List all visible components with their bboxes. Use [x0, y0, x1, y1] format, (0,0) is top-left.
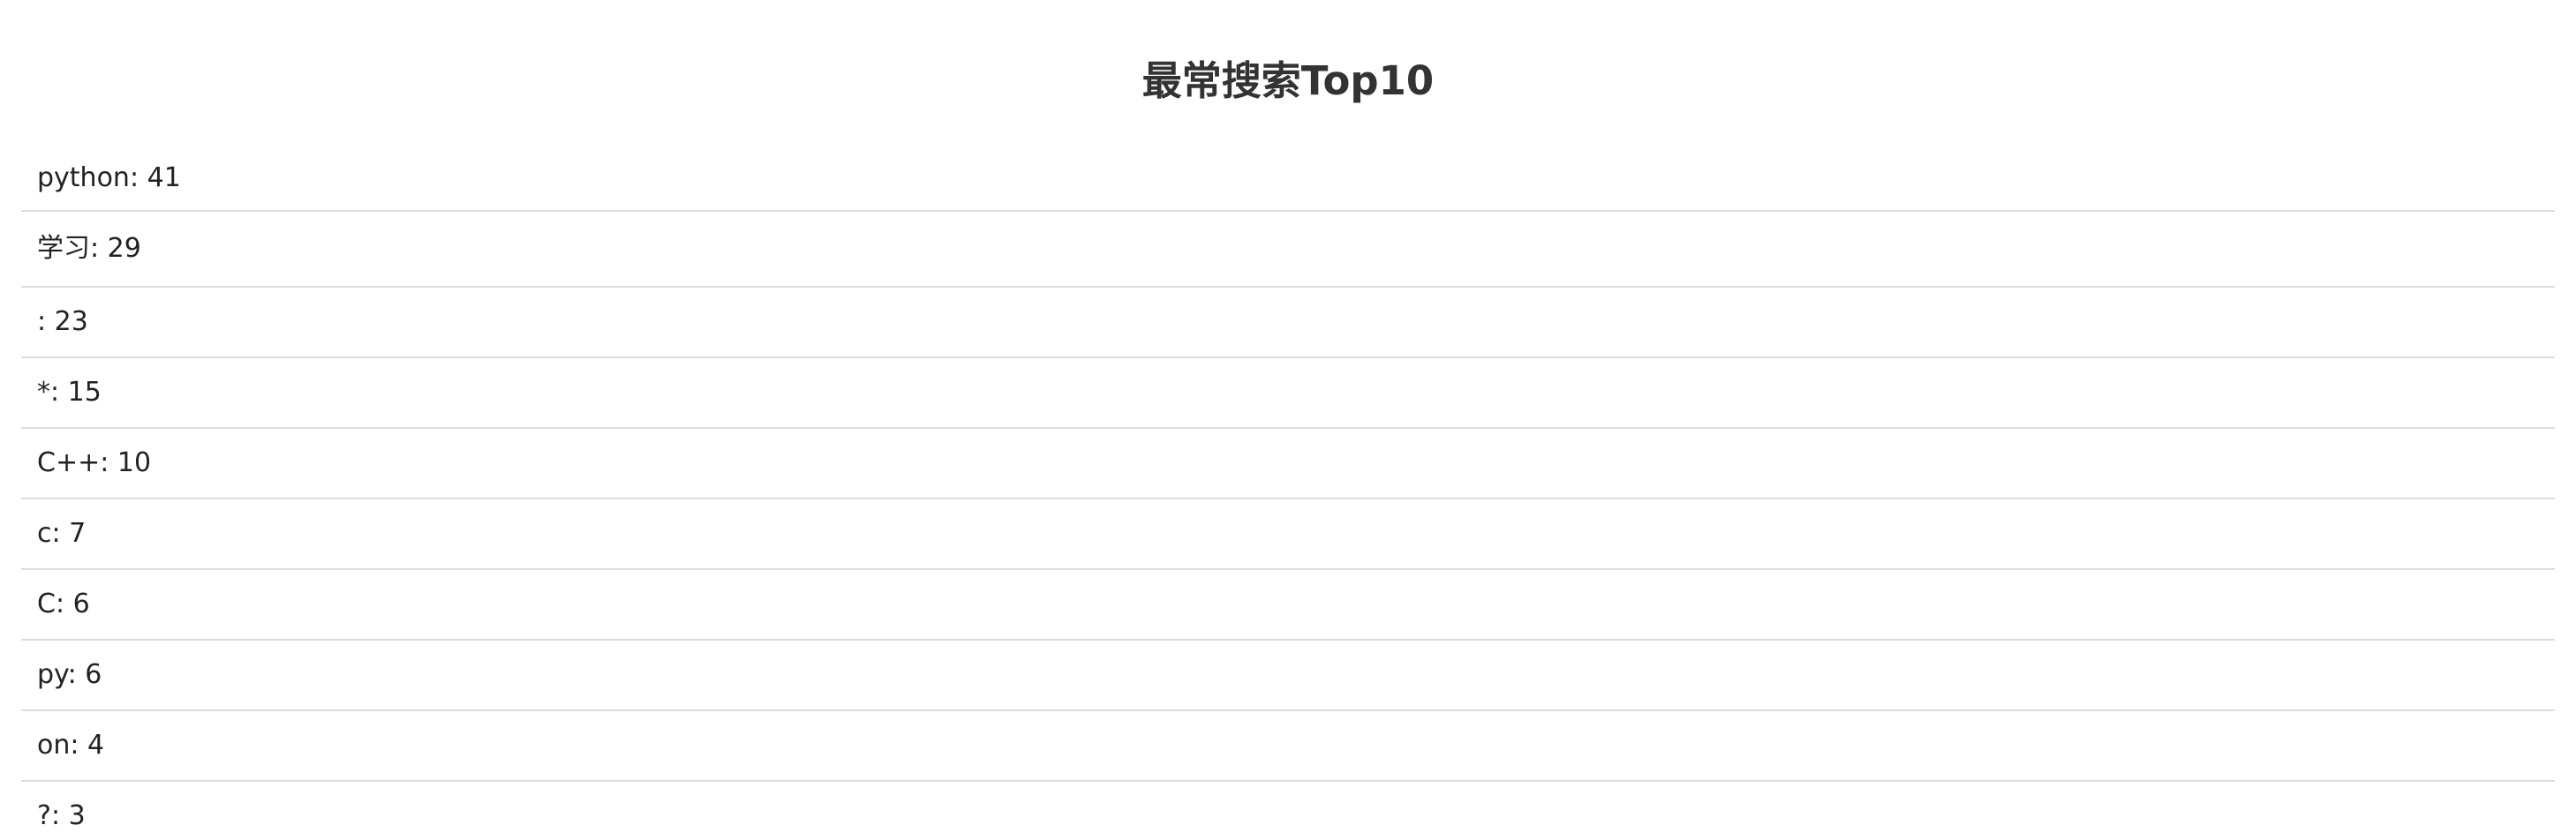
page-title: 最常搜索Top10 [1141, 57, 1435, 104]
search-count: 4 [87, 730, 105, 761]
separator: : [37, 306, 55, 337]
list-item: *: 15 [21, 358, 2555, 429]
separator: : [51, 518, 70, 549]
separator: : [70, 730, 88, 761]
search-count: 6 [72, 589, 90, 619]
search-count: 15 [67, 377, 102, 408]
search-term: 学习 [37, 233, 90, 264]
separator: : [50, 800, 69, 831]
separator: : [67, 659, 86, 690]
search-count: 7 [69, 518, 87, 549]
list-item: py: 6 [21, 641, 2555, 711]
search-term: c [37, 518, 52, 549]
search-top10-page: 最常搜索Top10 python: 41 学习: 29 : 23 *: 15 C… [0, 0, 2576, 840]
search-count: 6 [85, 659, 102, 690]
search-count: 3 [68, 800, 86, 831]
search-count: 10 [117, 447, 152, 478]
search-count: 29 [107, 233, 141, 264]
list-item: python: 41 [21, 146, 2555, 212]
top-search-list: python: 41 学习: 29 : 23 *: 15 C++: 10 c: … [21, 146, 2555, 840]
list-item: ?: 3 [21, 782, 2555, 840]
separator: : [50, 377, 68, 408]
list-item: c: 7 [21, 499, 2555, 570]
separator: : [100, 447, 117, 478]
search-count: 23 [54, 306, 88, 337]
list-item: on: 4 [21, 711, 2555, 782]
separator: : [90, 233, 108, 264]
list-item: C++: 10 [21, 429, 2555, 499]
search-term: ? [37, 800, 51, 831]
list-item: 学习: 29 [21, 212, 2555, 288]
list-item: : 23 [21, 288, 2555, 358]
list-item: C: 6 [21, 570, 2555, 641]
search-term: on [37, 730, 71, 761]
separator: : [55, 589, 73, 619]
search-term: python [37, 162, 130, 193]
search-term: py [37, 659, 68, 690]
search-term: * [37, 377, 50, 408]
search-term: C++ [37, 447, 101, 478]
search-count: 41 [147, 162, 181, 193]
search-term: C [37, 589, 56, 619]
separator: : [129, 162, 147, 193]
